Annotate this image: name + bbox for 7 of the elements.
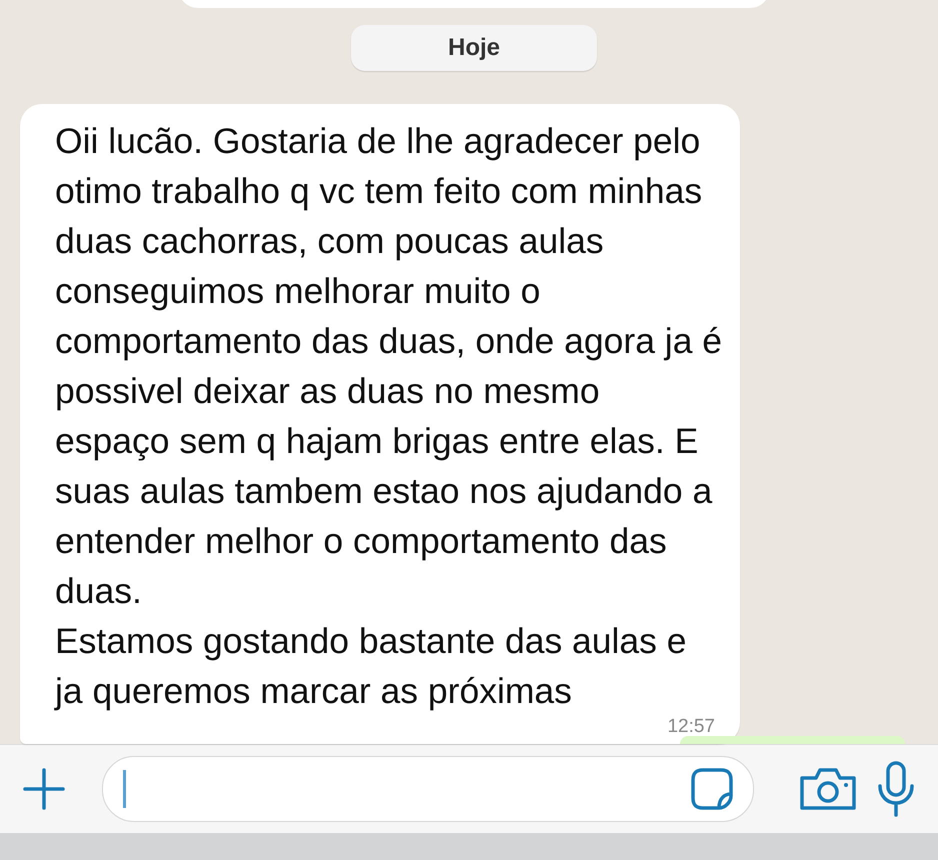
sticker-icon[interactable]: [689, 766, 735, 812]
microphone-icon[interactable]: [876, 760, 916, 818]
message-text: Oii lucão. Gostaria de lhe agradecer pelo otimo trabalho q vc tem feito com minhas duas cachorras, com poucas aulas conseguimos melhorar muito o comportamento das duas, onde agora ja é possivel deixar as duas no mesmo espaço sem q hajam brigas entre elas. E suas aulas tambem estao nos ajudando a entender melhor o comportamento das duas. Estamos gostando bastante das aulas e ja queremos marcar as próximas: [55, 120, 723, 713]
message-time: 12:57: [667, 716, 715, 738]
camera-icon[interactable]: [798, 766, 858, 812]
date-divider: Hoje: [351, 25, 597, 71]
plus-icon[interactable]: [22, 767, 66, 812]
